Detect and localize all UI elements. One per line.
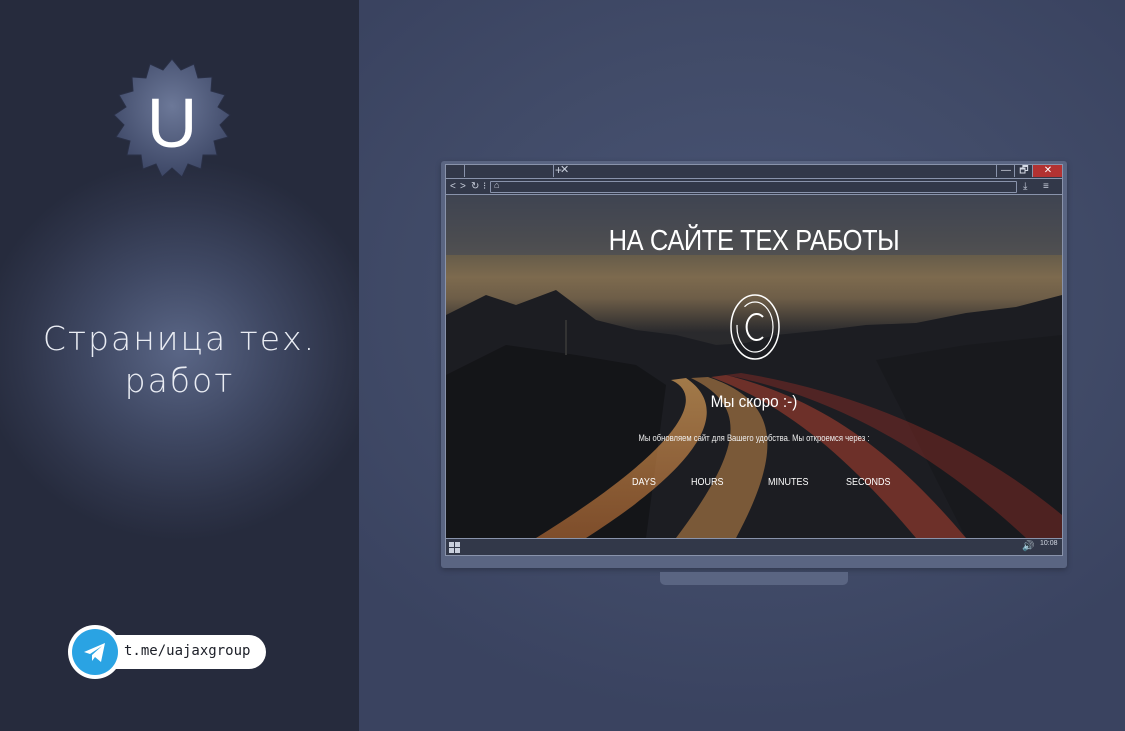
tab-bar: ✕ + — 🗗 ✕ — [446, 165, 1062, 179]
navigation-bar: < > ↻ ⁝ ⌂ ⤓ ≡ — [446, 179, 1062, 195]
coming-soon-heading: Мы скоро :-) — [710, 392, 798, 411]
countdown-days-label: DAYS — [632, 477, 656, 488]
settings-sliders-icon[interactable]: ≡ — [1043, 180, 1049, 193]
start-menu-icon[interactable] — [449, 542, 461, 554]
browser-tab[interactable]: ✕ — [464, 165, 569, 177]
brand-badge-logo: U — [113, 58, 231, 178]
telegram-icon[interactable] — [68, 625, 122, 679]
download-icon[interactable]: ⤓ — [1023, 180, 1027, 193]
new-tab-button[interactable]: + — [555, 165, 562, 177]
countdown-minutes-label: MINUTES — [768, 477, 809, 488]
back-icon[interactable]: < — [450, 180, 456, 193]
site-title: НА САЙТЕ ТЕХ РАБОТЫ — [608, 225, 900, 257]
menu-dots-icon[interactable]: ⁝ — [483, 180, 486, 193]
forward-icon[interactable]: > — [460, 180, 466, 193]
subtitle-line-1: Страница тех. — [42, 319, 317, 358]
left-panel: U Страница тех. работ t.me/uajaxgroup — [0, 0, 359, 731]
minimize-button[interactable]: — — [996, 165, 1015, 177]
address-bar[interactable]: ⌂ — [490, 180, 1017, 193]
logo-letter: U — [147, 84, 198, 162]
maintenance-page: НА САЙТЕ ТЕХ РАБОТЫ Мы скоро :-) Мы обно… — [446, 195, 1062, 538]
taskbar: 🔊 10:08 — [446, 538, 1062, 555]
countdown-hours-label: HOURS — [691, 477, 724, 488]
page-subtitle: Страница тех. работ — [0, 318, 359, 402]
monitor-stand — [660, 572, 848, 585]
paper-plane-icon — [84, 643, 105, 662]
subtitle-line-2: работ — [124, 361, 235, 400]
maintenance-description: Мы обновляем сайт для Вашего удобства. М… — [638, 433, 870, 443]
copyright-spinner-icon — [730, 294, 780, 360]
taskbar-clock: 10:08 — [1040, 540, 1058, 547]
home-icon: ⌂ — [494, 180, 500, 190]
volume-icon[interactable]: 🔊 — [1022, 541, 1034, 552]
restore-button[interactable]: 🗗 — [1014, 165, 1033, 177]
telegram-link-text[interactable]: t.me/uajaxgroup — [124, 643, 250, 659]
close-button[interactable]: ✕ — [1032, 165, 1062, 177]
telegram-link[interactable]: t.me/uajaxgroup — [68, 625, 266, 679]
browser-window: ✕ + — 🗗 ✕ < > ↻ ⁝ ⌂ ⤓ ≡ НА САЙТЕ ТЕХ РАБ… — [445, 164, 1063, 556]
countdown-seconds-label: SECONDS — [846, 477, 891, 488]
reload-icon[interactable]: ↻ — [471, 180, 479, 193]
